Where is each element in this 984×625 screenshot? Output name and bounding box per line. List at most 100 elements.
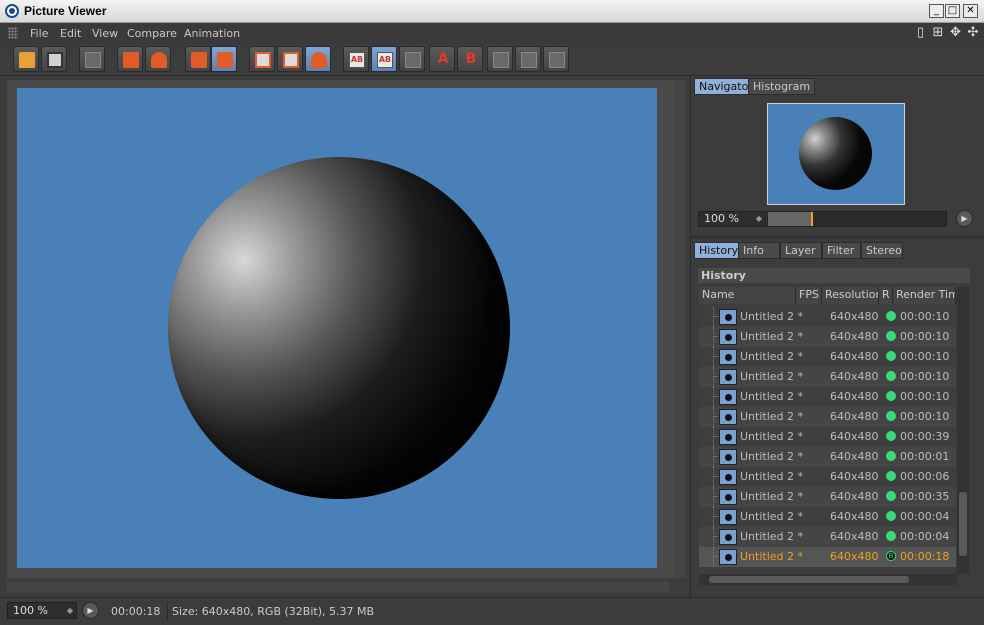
history-header: History	[698, 268, 970, 283]
user-button[interactable]	[145, 46, 171, 72]
status-complete-icon	[886, 391, 896, 401]
table-row[interactable]: Untitled 2 * 640x480 00:00:10	[699, 327, 956, 347]
dock-icon[interactable]: ✣	[966, 25, 980, 41]
menu-animation[interactable]: Animation	[184, 27, 240, 40]
table-row[interactable]: Untitled 2 * 640x480 00:00:39	[699, 427, 956, 447]
status-info: Size: 640x480, RGB (32Bit), 5.37 MB	[172, 605, 375, 618]
table-row[interactable]: Untitled 2 * 640x480 00:00:35	[699, 487, 956, 507]
render-thumbnail-icon	[719, 349, 737, 365]
row-name: Untitled 2 *	[740, 310, 804, 323]
status-complete-icon	[886, 351, 896, 361]
move-icon[interactable]: ✥	[949, 25, 963, 41]
tab-filter[interactable]: Filter	[822, 242, 861, 259]
column-r[interactable]: R	[879, 287, 893, 304]
clear-button[interactable]	[185, 46, 211, 72]
tab-layer[interactable]: Layer	[780, 242, 822, 259]
region-icon	[311, 52, 327, 68]
row-render-time: 00:00:10	[900, 330, 950, 343]
table-row[interactable]: Untitled 2 * 640x480 00:00:10	[699, 367, 956, 387]
save-button[interactable]	[41, 46, 67, 72]
menu-compare[interactable]: Compare	[127, 27, 177, 40]
row-render-time: 00:00:10	[900, 390, 950, 403]
view-b-button[interactable]	[277, 46, 303, 72]
column-render-time[interactable]: Render Tim	[893, 287, 956, 304]
table-row[interactable]: Untitled 2 * 640x480 00:00:04	[699, 507, 956, 527]
table-row[interactable]: Untitled 2 * 640x480 00:00:10	[699, 407, 956, 427]
row-render-time: 00:00:04	[900, 530, 950, 543]
maximize-button[interactable]: □	[945, 4, 960, 18]
row-name: Untitled 2 *	[740, 490, 804, 503]
navigator-thumbnail[interactable]	[767, 103, 905, 205]
tab-history[interactable]: History	[694, 242, 744, 259]
set-a-button[interactable]: A	[429, 46, 455, 72]
spinner-icon[interactable]: ◆	[67, 603, 73, 618]
set-a-icon: A	[437, 51, 449, 67]
status-play-button[interactable]: ▶	[82, 602, 99, 619]
navigator-zoom-slider[interactable]	[767, 211, 947, 227]
viewport-horizontal-scrollbar[interactable]	[7, 582, 669, 592]
navigator-zoom-field[interactable]: 100 % ◆	[698, 211, 766, 227]
table-row[interactable]: Untitled 2 * 640x480 00:00:06	[699, 467, 956, 487]
view-a-button[interactable]	[249, 46, 275, 72]
status-complete-icon	[886, 411, 896, 421]
vertical-button[interactable]	[543, 46, 569, 72]
status-complete-icon	[886, 451, 896, 461]
region-button[interactable]	[305, 46, 331, 72]
row-name: Untitled 2 *	[740, 350, 804, 363]
status-complete-icon	[886, 471, 896, 481]
minimize-button[interactable]: _	[929, 4, 944, 18]
table-row[interactable]: Untitled 2 * 640x480 B 00:00:18	[699, 547, 956, 567]
history-vertical-scrollbar[interactable]	[957, 287, 969, 574]
menu-edit[interactable]: Edit	[60, 27, 81, 40]
open-button[interactable]	[13, 46, 39, 72]
close-button[interactable]: ✕	[963, 4, 978, 18]
status-zoom-field[interactable]: 100 % ◆	[7, 602, 77, 619]
ab-split-icon: AB	[377, 52, 393, 68]
row-render-time: 00:00:06	[900, 470, 950, 483]
swap-button[interactable]	[487, 46, 513, 72]
table-row[interactable]: Untitled 2 * 640x480 00:00:10	[699, 307, 956, 327]
viewport-vertical-scrollbar[interactable]	[676, 80, 686, 578]
tab-histogram[interactable]: Histogram	[748, 78, 816, 95]
table-row[interactable]: Untitled 2 * 640x480 00:00:10	[699, 347, 956, 367]
grip-handle-icon[interactable]	[8, 27, 18, 39]
column-fps[interactable]: FPS	[796, 287, 822, 304]
compare-ab-button[interactable]: AB	[343, 46, 369, 72]
scroll-thumb-h[interactable]	[709, 576, 909, 583]
set-b-button[interactable]: B	[457, 46, 483, 72]
table-row[interactable]: Untitled 2 * 640x480 00:00:04	[699, 527, 956, 547]
clear-all-button[interactable]	[211, 46, 237, 72]
layout-controls: ▯ ⊞ ✥ ✣	[914, 25, 981, 43]
new-window-icon[interactable]: ⊞	[931, 25, 945, 41]
table-row[interactable]: Untitled 2 * 640x480 00:00:10	[699, 387, 956, 407]
panel-divider[interactable]	[691, 235, 984, 239]
column-resolution[interactable]: Resolution	[822, 287, 879, 304]
history-horizontal-scrollbar[interactable]	[699, 574, 957, 585]
render-canvas[interactable]	[17, 88, 657, 568]
fit-button[interactable]	[117, 46, 143, 72]
row-name: Untitled 2 *	[740, 370, 804, 383]
image-viewport[interactable]	[7, 80, 675, 578]
row-render-time: 00:00:10	[900, 370, 950, 383]
navigator-play-button[interactable]: ▶	[956, 210, 973, 227]
column-name[interactable]: Name	[699, 287, 796, 304]
menu-file[interactable]: File	[30, 27, 48, 40]
horizontal-button[interactable]	[515, 46, 541, 72]
spinner-icon[interactable]: ◆	[756, 212, 762, 226]
compare-split-button[interactable]: AB	[371, 46, 397, 72]
frame-icon	[255, 52, 271, 68]
panel-layout-icon[interactable]: ▯	[914, 25, 928, 41]
scroll-thumb[interactable]	[959, 492, 967, 556]
row-resolution: 640x480	[830, 410, 879, 423]
menu-view[interactable]: View	[92, 27, 118, 40]
table-row[interactable]: Untitled 2 * 640x480 00:00:01	[699, 447, 956, 467]
window-title: Picture Viewer	[24, 4, 107, 18]
tab-stereo[interactable]: Stereo	[861, 242, 903, 259]
filter-button[interactable]	[79, 46, 105, 72]
tab-info[interactable]: Info	[738, 242, 780, 259]
row-render-time: 00:00:39	[900, 430, 950, 443]
set-b-icon: B	[465, 51, 477, 67]
title-bar: Picture Viewer _ □ ✕	[0, 0, 984, 23]
zoom-slider-knob[interactable]	[810, 212, 813, 226]
compare-diff-button[interactable]	[399, 46, 425, 72]
